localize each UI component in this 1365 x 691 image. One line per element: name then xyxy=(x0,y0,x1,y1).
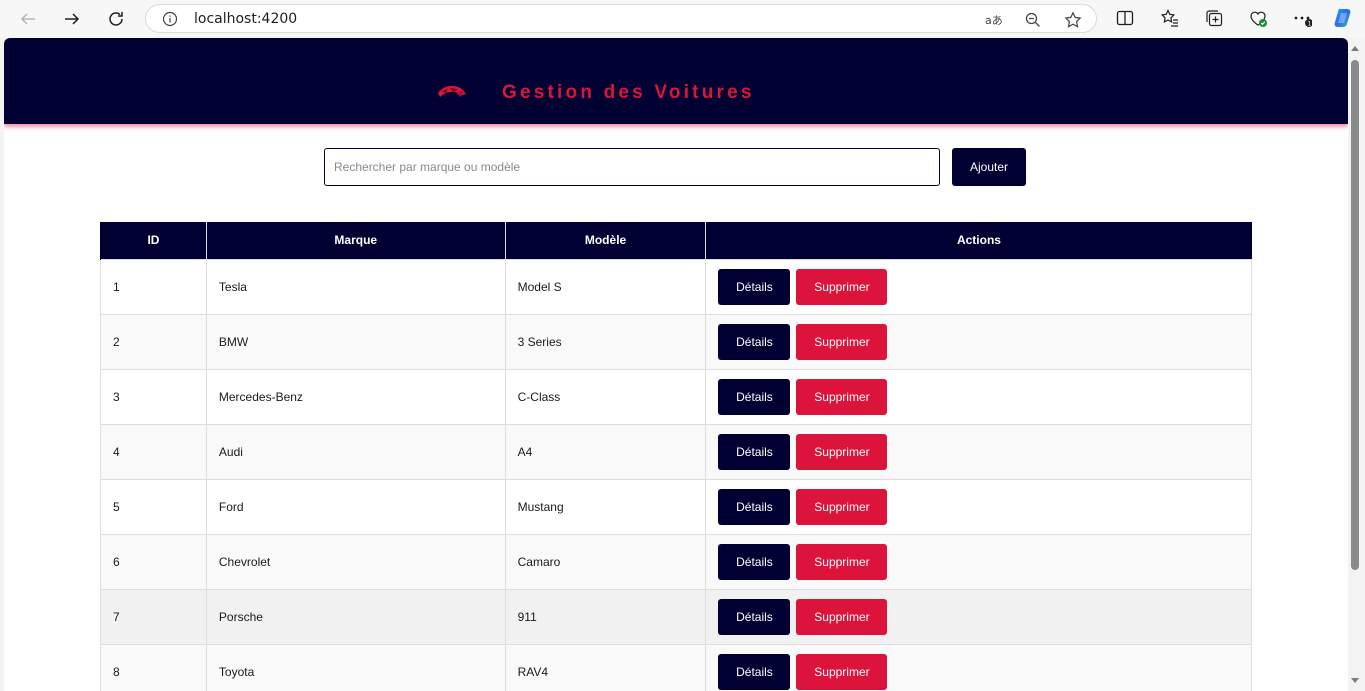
info-icon[interactable] xyxy=(162,11,178,27)
svg-text:1: 1 xyxy=(1308,21,1312,28)
header-id: ID xyxy=(100,222,207,259)
cell-modele: RAV4 xyxy=(504,643,707,691)
cell-actions: Détails Supprimer xyxy=(705,423,1252,480)
scrollbar-thumb[interactable] xyxy=(1351,60,1359,570)
scroll-down-arrow-icon[interactable] xyxy=(1351,678,1359,683)
cell-marque: Mercedes-Benz xyxy=(205,368,506,425)
cell-actions: Détails Supprimer xyxy=(705,368,1252,425)
cell-actions: Détails Supprimer xyxy=(705,533,1252,590)
cell-id: 2 xyxy=(100,313,207,370)
delete-button[interactable]: Supprimer xyxy=(796,323,888,360)
delete-button[interactable]: Supprimer xyxy=(796,653,888,690)
vertical-scrollbar[interactable] xyxy=(1348,38,1365,691)
cell-marque: Audi xyxy=(205,423,506,480)
svg-text:aあ: aあ xyxy=(985,14,1002,27)
cell-modele: Camaro xyxy=(504,533,707,590)
table-row: 6 Chevrolet Camaro Détails Supprimer xyxy=(100,533,1252,590)
cell-id: 7 xyxy=(100,588,207,645)
details-button[interactable]: Détails xyxy=(718,378,791,415)
details-button[interactable]: Détails xyxy=(718,433,791,470)
cell-marque: Porsche xyxy=(205,588,506,645)
car-logo-icon xyxy=(436,82,468,102)
address-bar[interactable]: localhost:4200 aあ xyxy=(145,4,1097,33)
delete-button[interactable]: Supprimer xyxy=(796,598,888,635)
header-modele: Modèle xyxy=(504,222,706,259)
header-actions: Actions xyxy=(705,222,1252,259)
table-row: 1 Tesla Model S Détails Supprimer xyxy=(100,258,1252,315)
details-button[interactable]: Détails xyxy=(718,323,791,360)
cars-table: ID Marque Modèle Actions 1 Tesla Model S… xyxy=(100,222,1252,691)
details-button[interactable]: Détails xyxy=(718,268,791,305)
table-row: 7 Porsche 911 Détails Supprimer xyxy=(100,588,1252,645)
favorites-icon[interactable] xyxy=(1160,8,1180,28)
table-row: 4 Audi A4 Détails Supprimer xyxy=(100,423,1252,480)
refresh-icon[interactable] xyxy=(104,7,128,31)
delete-button[interactable]: Supprimer xyxy=(796,543,888,580)
cell-marque: Ford xyxy=(205,478,506,535)
table-row: 3 Mercedes-Benz C-Class Détails Supprimer xyxy=(100,368,1252,425)
page-viewport: Gestion des Voitures Ajouter ID Marque M… xyxy=(4,38,1348,691)
read-aloud-icon[interactable]: aあ xyxy=(984,11,1003,29)
delete-button[interactable]: Supprimer xyxy=(796,488,888,525)
collections-icon[interactable] xyxy=(1204,8,1224,28)
details-button[interactable]: Détails xyxy=(718,653,791,690)
split-screen-icon[interactable] xyxy=(1115,8,1135,28)
cell-actions: Détails Supprimer xyxy=(705,588,1252,645)
page-title: Gestion des Voitures xyxy=(502,82,755,103)
details-button[interactable]: Détails xyxy=(718,543,791,580)
more-options-icon[interactable]: 1 xyxy=(1292,8,1313,28)
cell-actions: Détails Supprimer xyxy=(705,258,1252,315)
cell-marque: Toyota xyxy=(205,643,506,691)
cell-actions: Détails Supprimer xyxy=(705,313,1252,370)
delete-button[interactable]: Supprimer xyxy=(796,433,888,470)
header-marque: Marque xyxy=(205,222,506,259)
add-car-button[interactable]: Ajouter xyxy=(952,148,1026,186)
delete-button[interactable]: Supprimer xyxy=(796,268,888,305)
cell-modele: 3 Series xyxy=(504,313,707,370)
cell-actions: Détails Supprimer xyxy=(705,643,1252,691)
cell-id: 6 xyxy=(100,533,207,590)
scroll-up-arrow-icon[interactable] xyxy=(1351,46,1359,51)
cell-id: 8 xyxy=(100,643,207,691)
cell-modele: C-Class xyxy=(504,368,707,425)
cell-id: 3 xyxy=(100,368,207,425)
cell-id: 1 xyxy=(100,258,207,315)
browser-essentials-icon[interactable] xyxy=(1248,8,1268,28)
copilot-icon[interactable] xyxy=(1332,6,1356,30)
delete-button[interactable]: Supprimer xyxy=(796,378,888,415)
details-button[interactable]: Détails xyxy=(718,598,791,635)
cell-marque: Chevrolet xyxy=(205,533,506,590)
details-button[interactable]: Détails xyxy=(718,488,791,525)
cell-modele: Model S xyxy=(504,258,707,315)
table-row: 2 BMW 3 Series Détails Supprimer xyxy=(100,313,1252,370)
forward-arrow-icon[interactable] xyxy=(60,7,84,31)
cell-marque: Tesla xyxy=(205,258,506,315)
table-row: 5 Ford Mustang Détails Supprimer xyxy=(100,478,1252,535)
url-text[interactable]: localhost:4200 xyxy=(194,11,297,27)
zoom-out-icon[interactable] xyxy=(1024,11,1042,29)
table-row: 8 Toyota RAV4 Détails Supprimer xyxy=(100,643,1252,691)
favorite-star-icon[interactable] xyxy=(1064,11,1082,29)
cell-id: 5 xyxy=(100,478,207,535)
cell-modele: A4 xyxy=(504,423,707,480)
cell-actions: Détails Supprimer xyxy=(705,478,1252,535)
cell-modele: Mustang xyxy=(504,478,707,535)
cell-modele: 911 xyxy=(504,588,707,645)
search-input[interactable] xyxy=(324,148,940,186)
browser-toolbar: localhost:4200 aあ 1 xyxy=(0,0,1365,38)
cell-marque: BMW xyxy=(205,313,506,370)
back-arrow-icon[interactable] xyxy=(16,7,40,31)
app-header: Gestion des Voitures xyxy=(4,38,1348,124)
table-header-row: ID Marque Modèle Actions xyxy=(100,222,1252,259)
cell-id: 4 xyxy=(100,423,207,480)
